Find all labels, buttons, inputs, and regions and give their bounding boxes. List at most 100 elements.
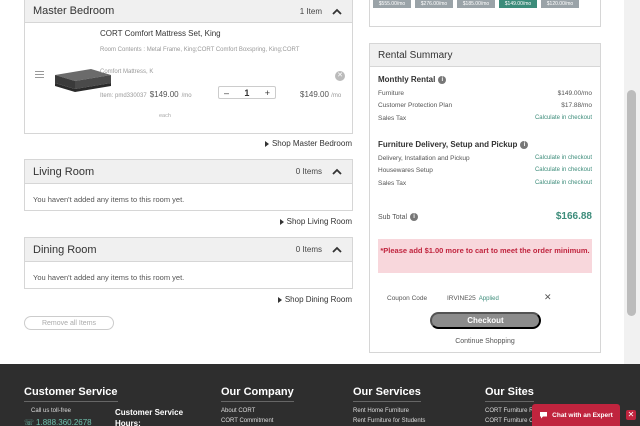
shop-link-label: Shop Living Room <box>286 217 352 226</box>
scrollbar-thumb[interactable] <box>627 90 636 316</box>
product-each-label: each <box>159 113 171 119</box>
close-icon[interactable]: ✕ <box>626 410 636 420</box>
room-header[interactable]: Master Bedroom 1 Item <box>25 0 352 23</box>
row-value: Calculate in checkout <box>534 180 592 186</box>
footer-cs-hours: Customer Service Hours: <box>115 408 184 426</box>
footer-link[interactable]: CORT Furniture C <box>485 418 533 424</box>
shop-link-label: Shop Master Bedroom <box>271 139 352 148</box>
summary-row: Housewares Setup Calculate in checkout <box>378 167 592 174</box>
footer-link[interactable]: CORT Furniture R <box>485 408 533 414</box>
section-title: Monthly Rental <box>378 75 436 84</box>
room-title: Dining Room <box>33 243 97 256</box>
shop-master-bedroom-link[interactable]: Shop Master Bedroom <box>264 139 352 148</box>
room-living-room: Living Room 0 Items You haven't added an… <box>24 159 353 211</box>
footer-call-label: Call us toll-free <box>31 408 72 414</box>
row-value: Calculate in checkout <box>534 167 592 173</box>
chat-label: Chat with an Expert <box>552 411 613 419</box>
summary-row: Sales Tax Calculate in checkout <box>378 115 592 122</box>
coupon-code-value: IRVINE25 <box>447 295 476 302</box>
delivery-heading: Furniture Delivery, Setup and Pickup i <box>378 140 529 149</box>
room-dining-room: Dining Room 0 Items You haven't added an… <box>24 237 353 289</box>
row-value: Calculate in checkout <box>534 155 592 161</box>
continue-shopping-link[interactable]: Continue Shopping <box>370 338 600 345</box>
room-master-bedroom: Master Bedroom 1 Item CORT Comfort Mattr… <box>24 0 353 134</box>
coupon-code: IRVINE25 Applied <box>447 295 499 302</box>
room-item-count: 1 Item <box>299 6 322 16</box>
row-label: Delivery, Installation and Pickup <box>378 155 470 162</box>
remove-coupon-icon[interactable]: ✕ <box>544 292 552 303</box>
room-item-count: 0 Items <box>295 245 322 254</box>
product-subtitle: Comfort Mattress, K <box>100 69 154 75</box>
product-total-unit: /mo <box>331 93 342 99</box>
shop-living-room-link[interactable]: Shop Living Room <box>279 217 352 226</box>
coupon-label: Coupon Code <box>387 295 428 302</box>
caret-right-icon <box>279 218 284 225</box>
subtotal-value: $166.88 <box>555 211 592 222</box>
monthly-rental-heading: Monthly Rental i <box>378 75 447 84</box>
decrement-button[interactable]: – <box>224 88 229 98</box>
row-label: Customer Protection Plan <box>378 102 453 109</box>
chevron-up-icon[interactable] <box>330 165 344 179</box>
footer-phone[interactable]: ☏ 1.888.360.2678 <box>24 418 92 426</box>
price-tile-selected[interactable]: $149.00/mo <box>499 0 537 8</box>
footer-heading-company: Our Company <box>221 386 294 402</box>
price-tile[interactable]: $555.00/mo <box>373 0 411 8</box>
footer-heading-services: Our Services <box>353 386 421 402</box>
shop-link-label: Shop Dining Room <box>284 295 352 304</box>
room-header[interactable]: Dining Room 0 Items <box>25 238 352 262</box>
cart-item: CORT Comfort Mattress Set, King Room Con… <box>25 23 352 133</box>
info-icon[interactable]: i <box>520 140 529 149</box>
row-label: Sales Tax <box>378 115 407 122</box>
room-empty-message: You haven't added any items to this room… <box>33 273 185 282</box>
footer-heading-customer-service: Customer Service <box>24 386 118 402</box>
price-tile[interactable]: $120.00/mo <box>541 0 579 8</box>
price-tile[interactable]: $276.00/mo <box>415 0 453 8</box>
phone-number[interactable]: 1.888.360.2678 <box>36 418 92 426</box>
quantity-value[interactable]: 1 <box>244 88 249 98</box>
row-label: Sales Tax <box>378 180 407 187</box>
coupon-status: Applied <box>478 296 499 302</box>
info-icon[interactable]: i <box>410 213 419 221</box>
phone-icon: ☏ <box>24 418 35 426</box>
chat-bubble-icon <box>540 412 548 419</box>
quantity-stepper: – 1 + <box>218 86 276 99</box>
caret-right-icon <box>264 140 269 147</box>
room-title: Living Room <box>33 165 95 178</box>
summary-title: Rental Summary <box>370 44 600 67</box>
room-title: Master Bedroom <box>33 5 115 17</box>
row-label: Housewares Setup <box>378 167 433 174</box>
chevron-up-icon[interactable] <box>330 243 344 257</box>
subtotal-label: Sub Total i <box>378 213 419 221</box>
price-tile[interactable]: $185.00/mo <box>457 0 495 8</box>
section-title: Furniture Delivery, Setup and Pickup <box>378 140 518 149</box>
price-tiles: $555.00/mo $276.00/mo $185.00/mo $149.00… <box>373 0 579 8</box>
drag-handle-icon[interactable] <box>35 71 44 80</box>
chat-with-expert-button[interactable]: Chat with an Expert <box>532 404 620 426</box>
chevron-up-icon[interactable] <box>330 4 344 18</box>
summary-row: Furniture $149.00/mo <box>378 90 592 97</box>
footer-link[interactable]: CORT Commitment <box>221 418 273 424</box>
product-item-line: Item: pmd330037 $149.00 /mo <box>100 90 192 99</box>
product-contents: Room Contents : Metal Frame, King;CORT C… <box>100 47 300 53</box>
product-item-id: Item: pmd330037 <box>100 93 147 99</box>
shop-dining-room-link[interactable]: Shop Dining Room <box>277 295 352 304</box>
row-value: $17.88/mo <box>561 102 592 109</box>
room-header[interactable]: Living Room 0 Items <box>25 160 352 184</box>
product-total-price: $149.00 <box>300 90 329 99</box>
footer-link[interactable]: Rent Home Furniture <box>353 408 409 414</box>
row-label: Furniture <box>378 90 405 97</box>
row-value: Calculate in checkout <box>534 115 592 121</box>
remove-all-items-button[interactable]: Remove all Items <box>24 316 114 330</box>
increment-button[interactable]: + <box>265 88 270 98</box>
remove-item-icon[interactable]: ✕ <box>335 71 345 81</box>
info-icon[interactable]: i <box>438 75 447 84</box>
room-item-count: 0 Items <box>295 167 322 176</box>
order-minimum-alert: *Please add $1.00 more to cart to meet t… <box>378 239 592 273</box>
checkout-button[interactable]: Checkout <box>430 312 541 329</box>
product-name[interactable]: CORT Comfort Mattress Set, King <box>100 29 221 38</box>
footer-link[interactable]: Rent Furniture for Students <box>353 418 425 424</box>
footer-heading-sites: Our Sites <box>485 386 534 402</box>
rental-summary: Rental Summary Monthly Rental i Furnitur… <box>369 43 601 353</box>
product-total: $149.00 /mo <box>300 90 341 99</box>
footer-link[interactable]: About CORT <box>221 408 255 414</box>
